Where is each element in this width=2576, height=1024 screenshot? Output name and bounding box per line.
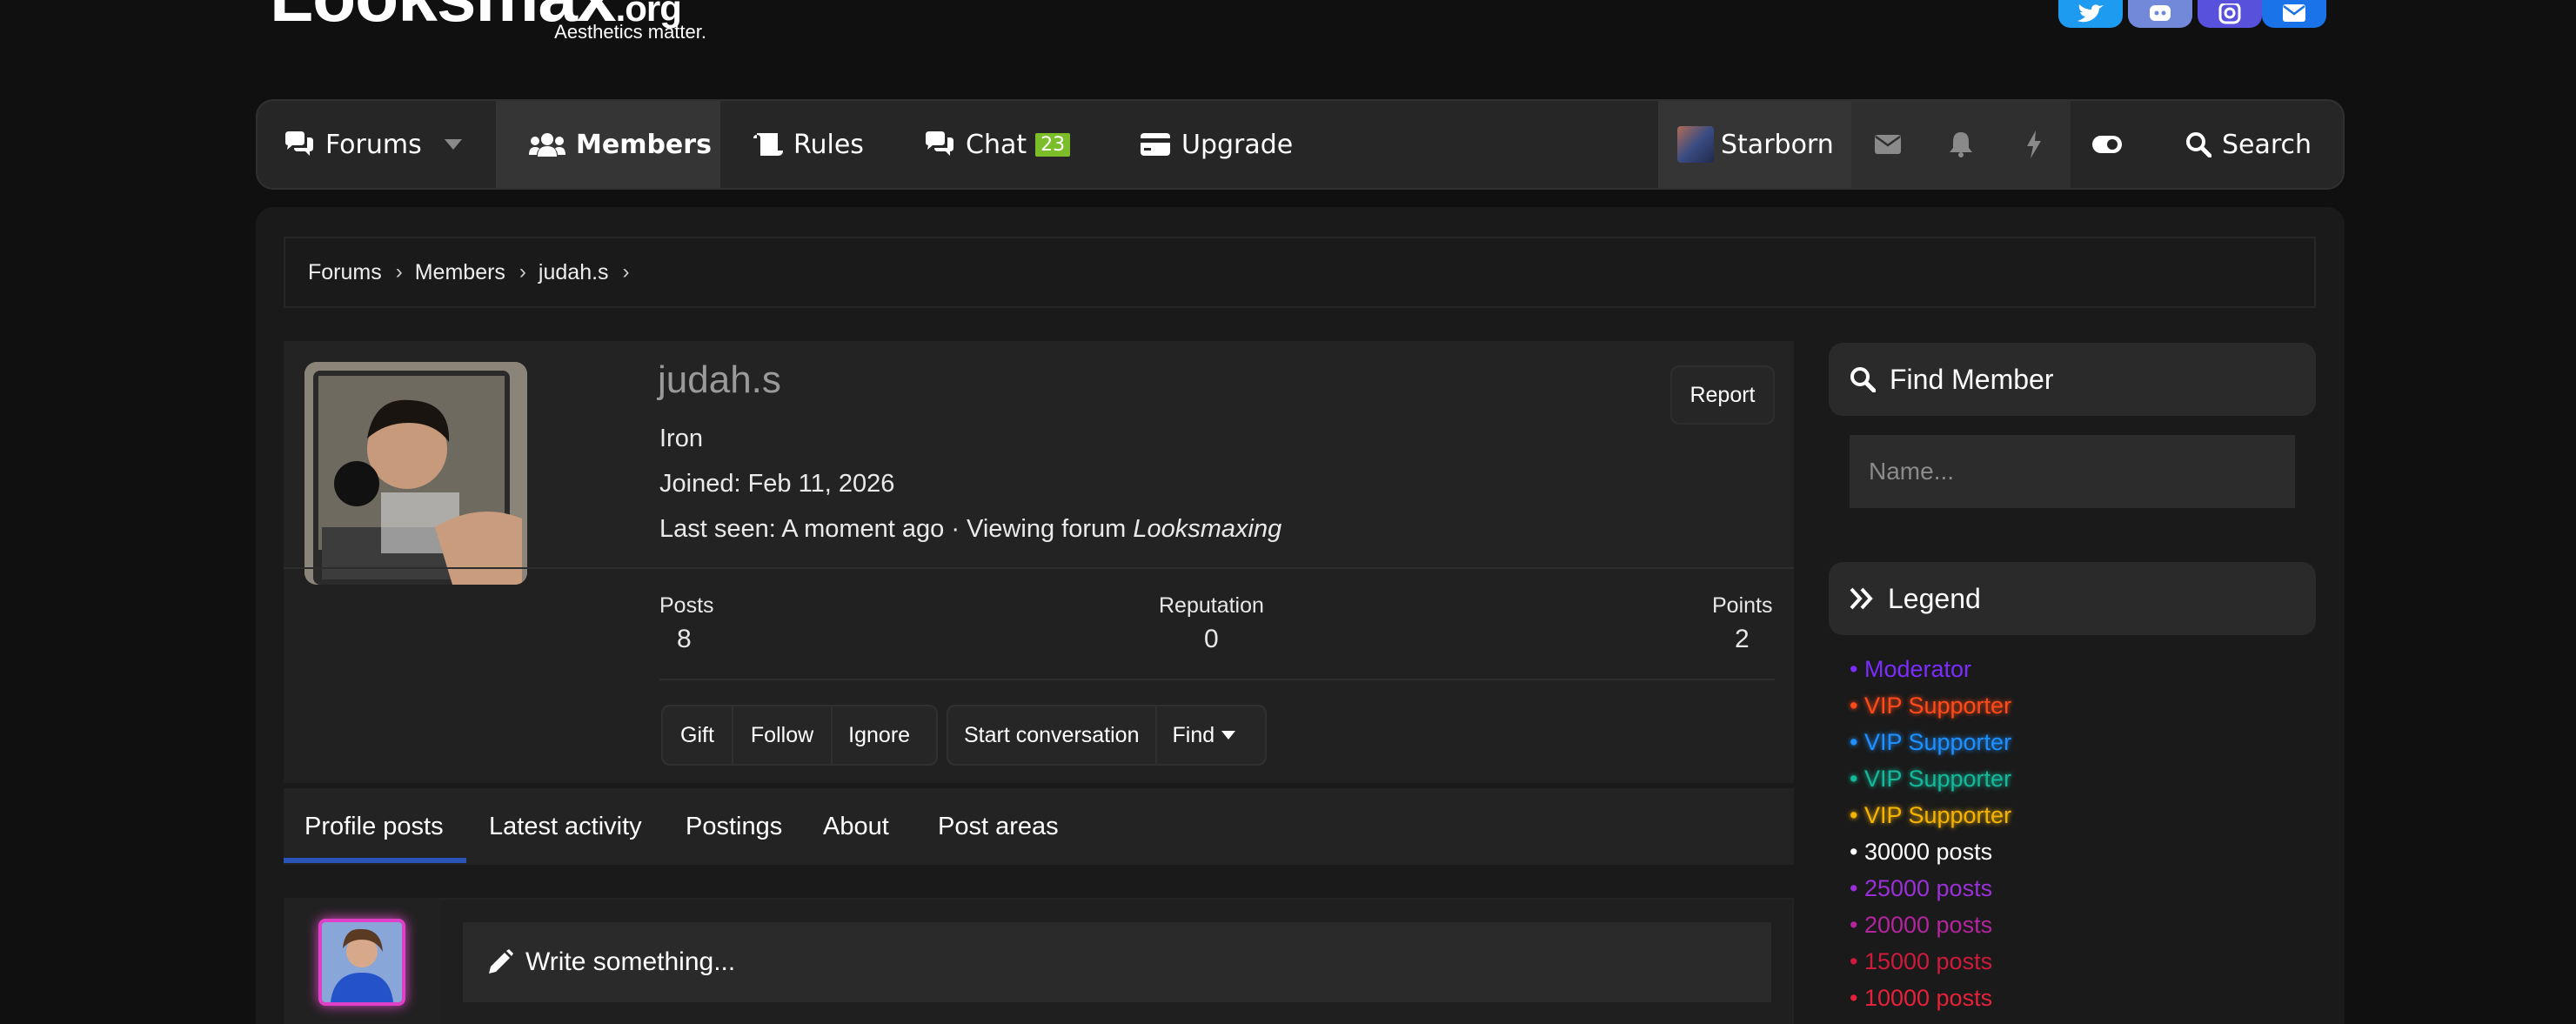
nav-whats-new[interactable] — [1997, 101, 2071, 188]
profile-user-title: Iron — [659, 425, 703, 452]
stat-reputation-label: Reputation — [1159, 593, 1264, 618]
report-button[interactable]: Report — [1670, 365, 1775, 425]
follow-button[interactable]: Follow — [733, 706, 833, 764]
divider — [284, 567, 1794, 569]
legend-item: • VIP Supporter — [1850, 729, 2012, 755]
legend-item: • 30000 posts — [1850, 839, 1993, 865]
credit-card-icon — [1141, 133, 1170, 156]
tab-post-areas[interactable]: Post areas — [938, 788, 1059, 865]
bolt-icon — [2027, 131, 2041, 158]
breadcrumb-forums[interactable]: Forums — [308, 260, 382, 285]
main-navbar: Forums Members Rules Chat 23 Upgrade Sta… — [256, 99, 2345, 190]
legend-item: • Moderator — [1850, 656, 1972, 682]
bell-icon — [1950, 132, 1972, 157]
site-logo[interactable]: Looksmax.org Aesthetics matter. — [270, 0, 722, 52]
nav-chat[interactable]: Chat 23 — [924, 101, 1071, 188]
email-button[interactable] — [2262, 0, 2326, 28]
legend-item: • 25000 posts — [1850, 875, 1993, 901]
breadcrumb-members[interactable]: Members — [415, 260, 505, 285]
nav-search[interactable]: Search — [2185, 101, 2312, 188]
chevron-right-icon: › — [395, 260, 403, 284]
nav-members[interactable]: Members — [496, 101, 720, 188]
profile-joined: Joined: Feb 11, 2026 — [659, 470, 895, 498]
search-icon — [2186, 132, 2211, 157]
scroll-icon — [753, 133, 783, 156]
tab-about[interactable]: About — [823, 788, 889, 865]
tab-latest-activity[interactable]: Latest activity — [489, 788, 642, 865]
nav-upgrade[interactable]: Upgrade — [1140, 101, 1293, 188]
member-actions: Gift Follow Ignore — [661, 705, 938, 766]
users-icon — [529, 133, 565, 157]
breadcrumb: Forums › Members › judah.s › — [284, 237, 2316, 308]
start-conversation-button[interactable]: Start conversation — [948, 706, 1157, 764]
nav-alerts[interactable] — [1924, 101, 1997, 188]
profile-username: judah.s — [658, 358, 781, 401]
legend-header: Legend — [1829, 562, 2316, 635]
ignore-button[interactable]: Ignore — [833, 706, 926, 764]
breadcrumb-user[interactable]: judah.s — [539, 260, 609, 285]
find-member-input[interactable] — [1850, 435, 2295, 508]
legend-item: • VIP Supporter — [1850, 766, 2012, 792]
caret-down-icon[interactable] — [444, 139, 462, 150]
nav-style-toggle[interactable] — [2071, 101, 2144, 188]
comments-icon — [285, 131, 313, 156]
legend-item: • 15000 posts — [1850, 948, 1993, 974]
twitter-icon — [2078, 4, 2104, 23]
legend-item: • 10000 posts — [1850, 985, 1993, 1011]
comments-icon — [926, 131, 953, 156]
instagram-icon — [2218, 3, 2241, 24]
profile-tabs: Profile posts Latest activity Postings A… — [284, 788, 1794, 865]
stat-reputation-value: 0 — [1204, 625, 1219, 653]
member-actions-secondary: Start conversation Find — [947, 705, 1267, 766]
profile-avatar[interactable] — [304, 362, 527, 585]
composer-avatar-image — [322, 922, 402, 1002]
nav-forums[interactable]: Forums — [284, 101, 492, 188]
last-seen-forum-link[interactable]: Looksmaxing — [1133, 515, 1281, 543]
double-chevron-right-icon — [1850, 587, 1873, 610]
pencil-icon — [489, 949, 513, 974]
nav-rules[interactable]: Rules — [752, 101, 864, 188]
discord-button[interactable] — [2128, 0, 2192, 28]
legend-item: • 20000 posts — [1850, 912, 1993, 938]
toggle-icon — [2092, 136, 2122, 153]
tab-profile-posts[interactable]: Profile posts — [304, 788, 444, 865]
chevron-right-icon: › — [519, 260, 526, 284]
nav-user-account[interactable]: Starborn — [1658, 101, 1851, 188]
stat-posts-value[interactable]: 8 — [677, 625, 692, 654]
stat-points-label: Points — [1712, 593, 1773, 618]
logo-tagline: Aesthetics matter. — [554, 21, 706, 43]
composer-avatar[interactable] — [318, 919, 405, 1006]
envelope-icon — [1875, 135, 1901, 154]
stat-posts-label: Posts — [659, 593, 714, 618]
search-icon — [1850, 367, 1876, 392]
legend-item: • VIP Supporter — [1850, 693, 2012, 719]
write-something-input[interactable]: Write something... — [463, 922, 1771, 1002]
tab-postings[interactable]: Postings — [686, 788, 782, 865]
chat-count-badge: 23 — [1035, 132, 1071, 157]
stat-points-value[interactable]: 2 — [1735, 625, 1750, 654]
legend-item: • VIP Supporter — [1850, 802, 2012, 828]
instagram-button[interactable] — [2198, 0, 2262, 28]
user-avatar — [1677, 126, 1714, 163]
profile-avatar-image — [304, 362, 527, 585]
envelope-icon — [2283, 4, 2305, 22]
profile-last-seen: Last seen: A moment ago · Viewing forum … — [659, 515, 1282, 543]
twitter-button[interactable] — [2058, 0, 2123, 28]
active-tab-indicator — [284, 858, 466, 863]
discord-icon — [2150, 5, 2171, 21]
gift-button[interactable]: Gift — [663, 706, 733, 764]
find-member-header: Find Member — [1829, 343, 2316, 416]
find-menu-button[interactable]: Find — [1157, 706, 1252, 764]
divider — [659, 679, 1775, 680]
chevron-right-icon: › — [622, 260, 630, 284]
caret-down-icon — [1221, 731, 1236, 740]
nav-inbox[interactable] — [1851, 101, 1924, 188]
